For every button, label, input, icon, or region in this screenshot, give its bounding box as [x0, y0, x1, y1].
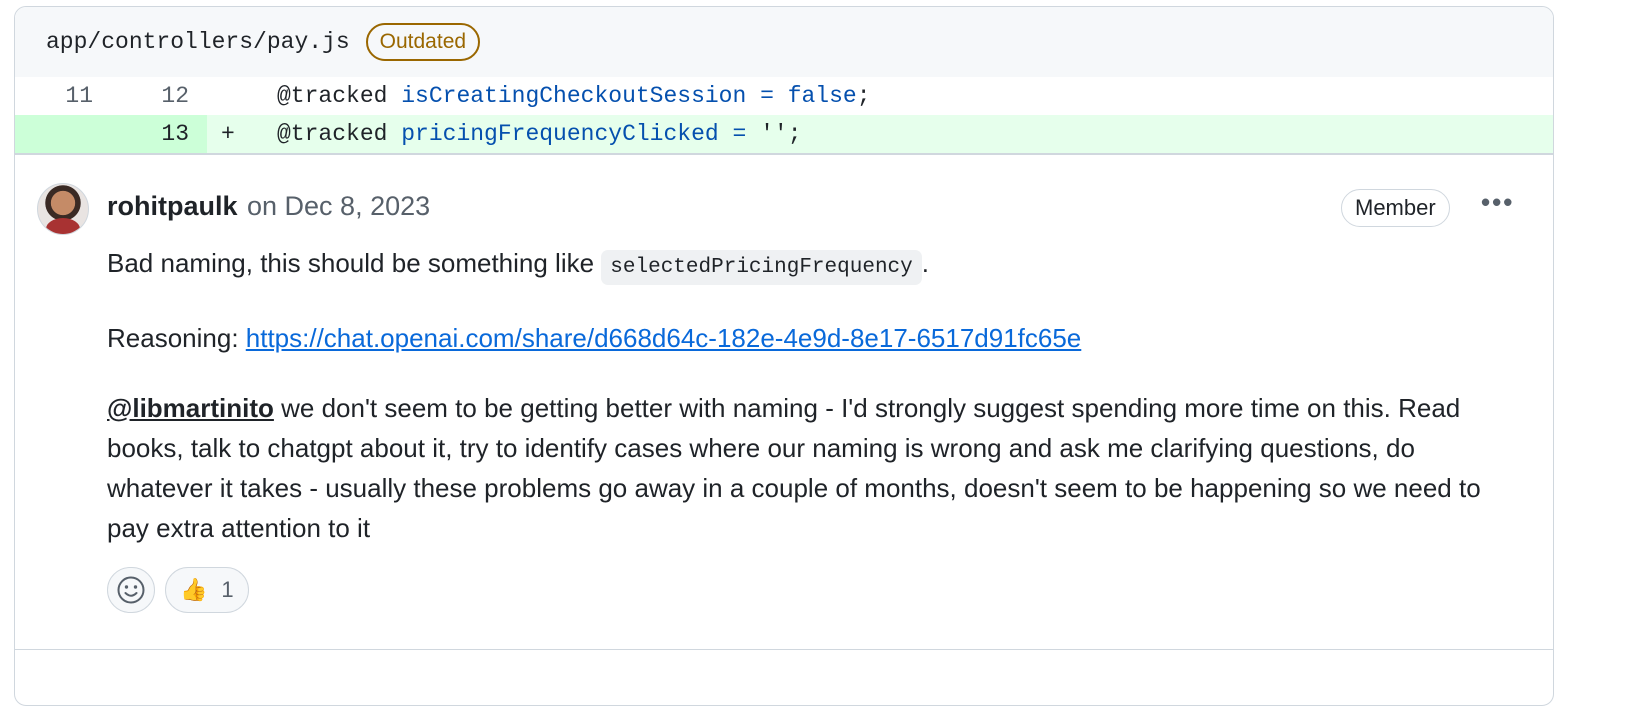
new-line-number[interactable]: 13 — [133, 115, 189, 153]
comment: rohitpaulk on Dec 8, 2023 Member ••• Bad… — [15, 155, 1553, 706]
reasoning-link[interactable]: https://chat.openai.com/share/d668d64c-1… — [246, 323, 1082, 353]
diff-row-context: 11 12 @tracked isCreatingCheckoutSession… — [15, 77, 1553, 115]
avatar-shirt — [46, 218, 80, 235]
comment-date[interactable]: on Dec 8, 2023 — [247, 191, 430, 222]
inline-code: selectedPricingFrequency — [601, 250, 921, 285]
para1-text: Bad naming, this should be something lik… — [107, 248, 601, 278]
code-decorator: @tracked — [277, 121, 401, 147]
code-suffix: ; — [857, 83, 871, 109]
comment-paragraph: @libmartinito we don't seem to be gettin… — [107, 388, 1527, 548]
para3-text: we don't seem to be getting better with … — [107, 393, 1481, 543]
old-line-number[interactable]: 11 — [37, 77, 93, 115]
avatar[interactable] — [37, 183, 89, 235]
code-decorator: @tracked — [277, 83, 401, 109]
code-identifier: isCreatingCheckoutSession = false — [401, 83, 856, 109]
smiley-icon — [116, 575, 146, 605]
add-reaction-button[interactable] — [107, 567, 155, 613]
code-line: @tracked pricingFrequencyClicked = ''; — [277, 115, 802, 153]
diff-row-added: 13 + @tracked pricingFrequencyClicked = … — [15, 115, 1553, 153]
user-mention[interactable]: @libmartinito — [107, 393, 274, 423]
code-suffix: ''; — [760, 121, 801, 147]
comment-body: Bad naming, this should be something lik… — [107, 243, 1527, 578]
new-line-number[interactable]: 12 — [133, 77, 189, 115]
para1-end: . — [922, 248, 929, 278]
reactions-bar: 👍 1 — [107, 567, 249, 613]
divider — [15, 649, 1553, 651]
reasoning-label: Reasoning: — [107, 323, 246, 353]
member-badge: Member — [1341, 189, 1450, 227]
file-header: app/controllers/pay.js Outdated — [15, 7, 1553, 77]
outdated-badge: Outdated — [366, 23, 480, 61]
comment-paragraph: Bad naming, this should be something lik… — [107, 243, 1527, 288]
review-comment-card: app/controllers/pay.js Outdated 11 12 @t… — [14, 6, 1554, 706]
thumbs-up-reaction[interactable]: 👍 1 — [165, 567, 249, 613]
code-line: @tracked isCreatingCheckoutSession = fal… — [277, 77, 871, 115]
kebab-horizontal-icon[interactable]: ••• — [1481, 187, 1514, 218]
thumbs-up-icon: 👍 — [180, 577, 207, 603]
reaction-count: 1 — [221, 577, 233, 603]
file-path[interactable]: app/controllers/pay.js — [46, 29, 350, 55]
comment-paragraph: Reasoning: https://chat.openai.com/share… — [107, 318, 1527, 358]
diff-add-marker: + — [221, 115, 235, 153]
code-identifier: pricingFrequencyClicked = — [401, 121, 760, 147]
comment-author[interactable]: rohitpaulk — [107, 191, 238, 222]
